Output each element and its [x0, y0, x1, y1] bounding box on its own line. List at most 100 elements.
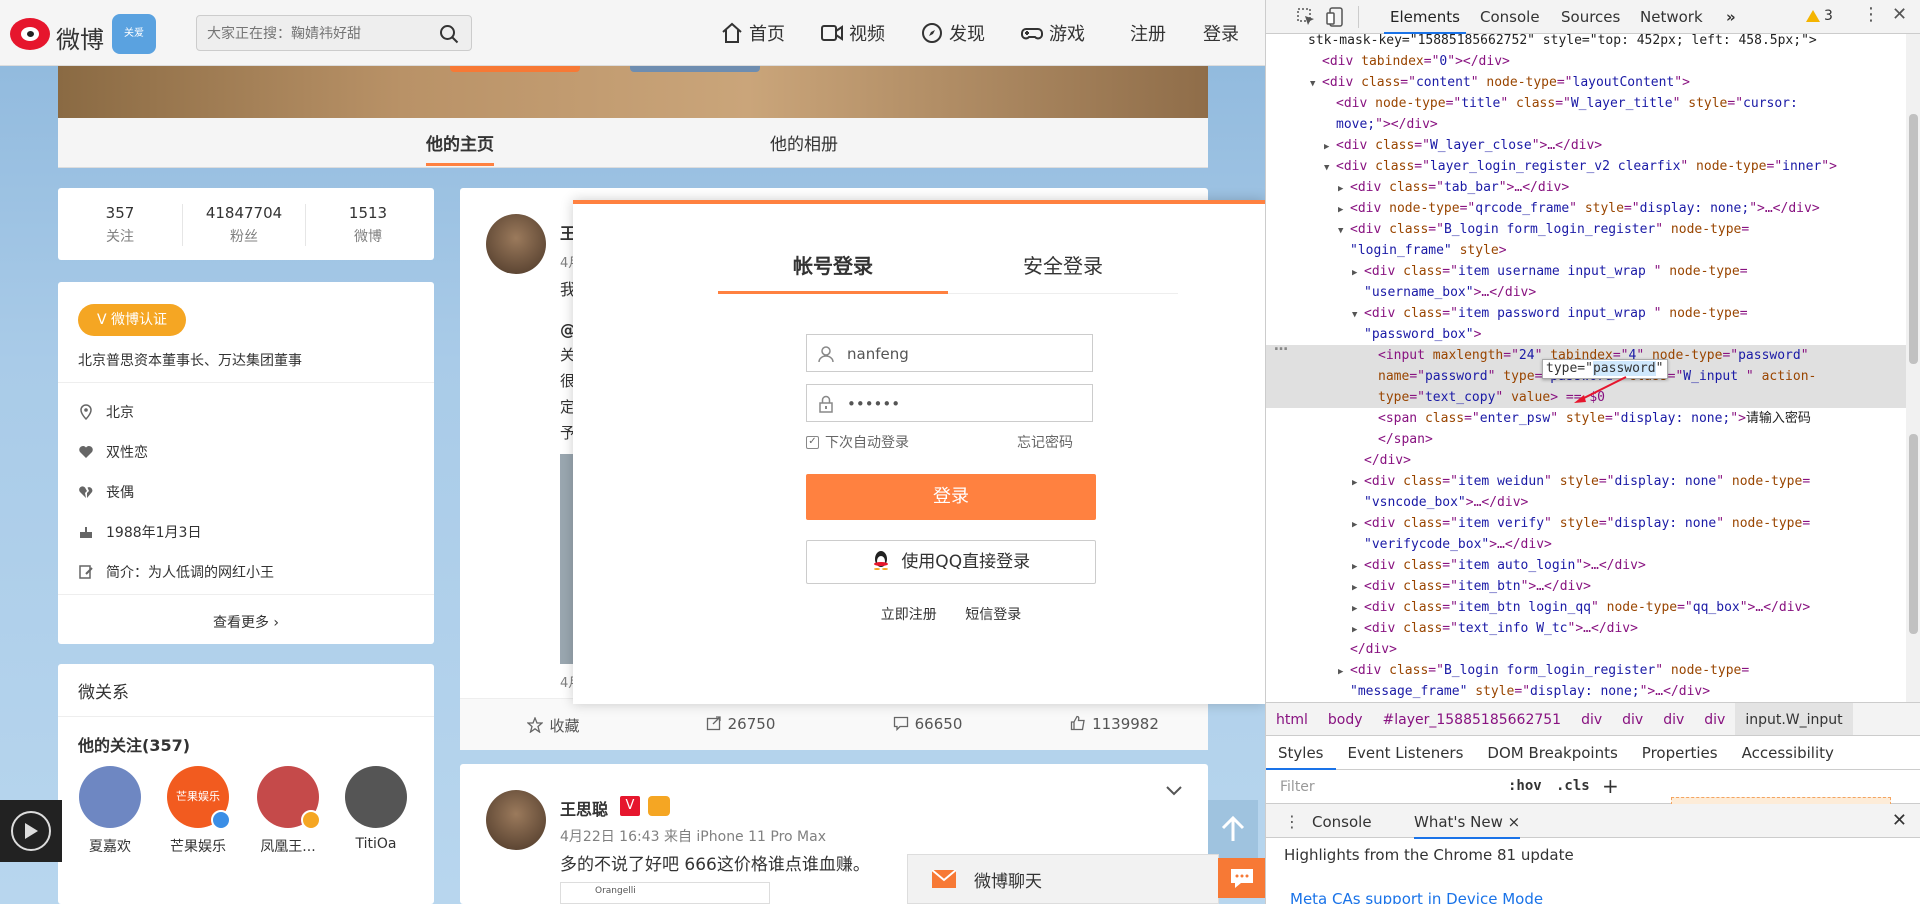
breadcrumb-item[interactable]: body	[1318, 703, 1373, 735]
feed-author[interactable]: 王思聪	[560, 796, 608, 820]
close-drawer-icon[interactable]: ✕	[1892, 810, 1907, 831]
collapsed-arrow-icon[interactable]: ▶	[1352, 515, 1364, 536]
following-title[interactable]: 他的关注(357)	[78, 732, 190, 756]
dom-node-line[interactable]: "login_frame" style>	[1266, 240, 1906, 261]
password-input[interactable]	[847, 393, 1077, 415]
remember-me[interactable]: ✓ 下次自动登录	[806, 432, 909, 452]
styles-subtab[interactable]: Properties	[1630, 736, 1730, 770]
verify-badge[interactable]: V 微博认证	[78, 304, 186, 336]
dom-node-line[interactable]: ▶ <div class="tab_bar">…</div>	[1266, 177, 1906, 198]
dom-node-line[interactable]: <div node-type="title" class="W_layer_ti…	[1266, 93, 1906, 114]
dom-node-line[interactable]: "vsncode_box">…</div>	[1266, 492, 1906, 513]
tab-album[interactable]: 他的相册	[770, 130, 838, 155]
back-to-top-button[interactable]	[1208, 800, 1258, 858]
repost-button[interactable]: 26750	[647, 715, 834, 733]
collapsed-arrow-icon[interactable]: ▶	[1352, 557, 1364, 578]
breadcrumb-item[interactable]: html	[1266, 703, 1318, 735]
collapsed-arrow-icon[interactable]: ▶	[1352, 599, 1364, 620]
collapsed-arrow-icon[interactable]: ▶	[1352, 263, 1364, 284]
expanded-arrow-icon[interactable]: ▼	[1352, 305, 1364, 326]
login-link[interactable]: 登录	[1203, 20, 1239, 46]
kebab-menu-icon[interactable]: ⋮	[1862, 4, 1880, 25]
breadcrumb-item[interactable]: div	[1694, 703, 1735, 735]
dom-node-line[interactable]: ▶ <div node-type="qrcode_frame" style="di…	[1266, 198, 1906, 219]
close-devtools-icon[interactable]: ✕	[1892, 4, 1907, 25]
collapsed-arrow-icon[interactable]: ▶	[1352, 578, 1364, 599]
remember-checkbox[interactable]: ✓	[806, 435, 819, 449]
scroll-thumb[interactable]	[1909, 434, 1918, 634]
nav-home[interactable]: 首页	[720, 20, 785, 46]
hov-toggle[interactable]: :hov	[1508, 778, 1542, 794]
feed-image[interactable]	[560, 454, 574, 664]
nav-video[interactable]: 视频	[820, 20, 885, 46]
expanded-arrow-icon[interactable]: ▼	[1324, 158, 1336, 179]
cls-toggle[interactable]: .cls	[1556, 778, 1590, 794]
chat-toggle-button[interactable]	[1218, 858, 1265, 898]
sms-login-link[interactable]: 短信登录	[965, 607, 1021, 623]
styles-subtab[interactable]: Accessibility	[1730, 736, 1846, 770]
forgot-password-link[interactable]: 忘记密码	[1017, 432, 1073, 452]
tab-secure-login[interactable]: 安全登录	[948, 250, 1178, 294]
feed-avatar[interactable]	[486, 790, 546, 850]
tab-network[interactable]: Network	[1640, 8, 1703, 26]
breadcrumb-item[interactable]: div	[1653, 703, 1694, 735]
breadcrumb-item[interactable]: div	[1612, 703, 1653, 735]
feed-avatar[interactable]	[486, 214, 546, 274]
close-tab-icon[interactable]: ×	[1508, 813, 1521, 831]
search-icon[interactable]	[439, 24, 459, 44]
collapsed-arrow-icon[interactable]: ▶	[1352, 473, 1364, 494]
qq-login-button[interactable]: 使用QQ直接登录	[806, 540, 1096, 584]
dom-node-line[interactable]: ▶ <div class="item verify" style="display…	[1266, 513, 1906, 534]
elements-scrollbar[interactable]	[1906, 34, 1920, 702]
see-more-link[interactable]: 查看更多 ›	[58, 612, 434, 632]
dom-node-line[interactable]: ▼ <div class="item password input_wrap " …	[1266, 303, 1906, 324]
dom-node-line[interactable]: ▶ <div class="item auto_login">…</div>	[1266, 555, 1906, 576]
dom-node-line[interactable]: "verifycode_box">…</div>	[1266, 534, 1906, 555]
video-player-button[interactable]	[0, 800, 62, 862]
dom-node-line[interactable]: "username_box">…</div>	[1266, 282, 1906, 303]
stat-fans[interactable]: 41847704 粉丝	[182, 204, 306, 246]
drawer-tab-whats-new[interactable]: What's New ×	[1414, 813, 1521, 839]
stat-following[interactable]: 357 关注	[58, 204, 182, 246]
follow-item[interactable]: 凤凰王...	[248, 766, 328, 856]
follow-item[interactable]: 芒果娱乐 芒果娱乐	[158, 766, 238, 856]
login-button[interactable]: 登录	[806, 474, 1096, 520]
dom-node-line[interactable]: ▼ <div class="content" node-type="layoutC…	[1266, 72, 1906, 93]
nav-game[interactable]: 游戏	[1020, 20, 1085, 46]
follow-item[interactable]: 夏嘉欢	[70, 766, 150, 856]
tab-console[interactable]: Console	[1480, 8, 1540, 26]
scroll-thumb[interactable]	[1909, 114, 1918, 364]
tab-homepage[interactable]: 他的主页	[426, 130, 494, 166]
dom-node-line[interactable]: ▶ <div class="item_btn">…</div>	[1266, 576, 1906, 597]
ellipsis-icon[interactable]: …	[1274, 338, 1288, 354]
dom-node-line[interactable]: "message_frame" style="display: none;">……	[1266, 681, 1906, 702]
drawer-menu-icon[interactable]: ⋮	[1284, 812, 1300, 831]
styles-subtab[interactable]: Event Listeners	[1336, 736, 1476, 770]
breadcrumb-item[interactable]: div	[1571, 703, 1612, 735]
nav-discover[interactable]: 发现	[920, 20, 985, 46]
weibo-logo[interactable]: 微博 关爱	[8, 10, 158, 58]
styles-subtab[interactable]: DOM Breakpoints	[1475, 736, 1629, 770]
search-input[interactable]	[207, 22, 427, 46]
more-tabs-icon[interactable]: »	[1726, 8, 1736, 26]
inspect-element-icon[interactable]	[1296, 7, 1316, 27]
tab-sources[interactable]: Sources	[1561, 8, 1620, 26]
styles-subtab[interactable]: Styles	[1266, 736, 1336, 770]
favorite-button[interactable]: 收藏	[460, 715, 647, 736]
breadcrumb-item[interactable]: #layer_15885185662751	[1373, 703, 1572, 735]
collapsed-arrow-icon[interactable]: ▶	[1338, 662, 1350, 683]
dom-node-line[interactable]: ▶ <div class="item username input_wrap " …	[1266, 261, 1906, 282]
dom-node-line[interactable]: <span class="enter_psw" style="display: …	[1266, 408, 1906, 429]
chevron-down-icon[interactable]	[1166, 786, 1182, 796]
drawer-tab-console[interactable]: Console	[1312, 813, 1372, 831]
dom-node-line[interactable]: ▶ <div class="item_btn login_qq" node-typ…	[1266, 597, 1906, 618]
filter-input[interactable]: Filter	[1280, 779, 1315, 795]
collapsed-arrow-icon[interactable]: ▶	[1352, 620, 1364, 641]
collapsed-arrow-icon[interactable]: ▶	[1338, 179, 1350, 200]
feed-attachment[interactable]: Orangelli	[560, 882, 770, 904]
collapsed-arrow-icon[interactable]: ▶	[1338, 200, 1350, 221]
dom-node-line[interactable]: "password_box">	[1266, 324, 1906, 345]
dom-node-line[interactable]: ▶ <div class="W_layer_close">…</div>	[1266, 135, 1906, 156]
dom-node-line[interactable]: </div>	[1266, 639, 1906, 660]
weibo-chat-bar[interactable]: 微博聊天	[907, 854, 1219, 904]
